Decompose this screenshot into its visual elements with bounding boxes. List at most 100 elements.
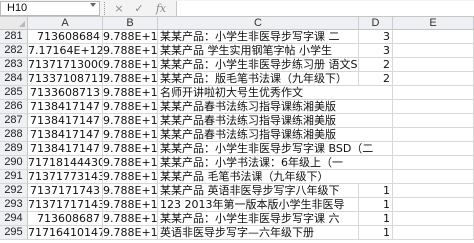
cell-b[interactable]: 9.788E+12 <box>103 86 158 100</box>
cell-d[interactable] <box>359 170 393 184</box>
row-header[interactable]: 282 <box>0 44 28 58</box>
row-header[interactable]: 284 <box>0 72 28 86</box>
spreadsheet-grid[interactable]: A B C D E 2817136086849.788E+12某某产品：小学生非… <box>0 17 474 243</box>
cell-b[interactable]: 9.788E+12 <box>103 212 158 226</box>
cell-b[interactable]: 9.788E+12 <box>103 128 158 142</box>
cell-d[interactable]: 1 <box>359 198 393 212</box>
cell-b[interactable]: 9.788E+12 <box>103 226 158 240</box>
cell-c[interactable]: 某某产品：小学生非医导步写字课 六 <box>158 212 359 226</box>
enter-icon[interactable]: ✓ <box>132 1 146 16</box>
column-header-b[interactable]: B <box>103 17 158 30</box>
row-header[interactable]: 290 <box>0 156 28 170</box>
cell-d[interactable] <box>359 128 393 142</box>
cell-e[interactable] <box>393 156 474 170</box>
row-header[interactable]: 285 <box>0 86 28 100</box>
cell-d[interactable] <box>359 156 393 170</box>
cell-c[interactable]: 某某产品：小学生非医导步练习册 语文SH <box>158 58 359 72</box>
cell-a[interactable]: 71371773143 <box>28 170 103 184</box>
cell-b[interactable]: 9.788E+12 <box>103 184 158 198</box>
column-header-e[interactable]: E <box>393 17 474 30</box>
cell-e[interactable] <box>393 142 474 156</box>
function-icon[interactable]: fx <box>152 1 170 16</box>
row-header[interactable]: 294 <box>0 212 28 226</box>
row-header[interactable]: 291 <box>0 170 28 184</box>
cell-c[interactable]: 某某产品 英语非医导步写字八年级下 <box>158 184 359 198</box>
cell-a[interactable]: 71718144430 <box>28 156 103 170</box>
cell-b[interactable]: 9.788E+12 <box>103 58 158 72</box>
cell-e[interactable] <box>393 226 474 240</box>
cell-b[interactable]: 9.788E+12 <box>103 198 158 212</box>
cell-a[interactable]: 71371717143 <box>28 198 103 212</box>
cell-a[interactable]: 7.17164E+12 <box>28 44 103 58</box>
cell-c[interactable]: 名师开讲啦初大号生优秀作文 <box>158 86 359 100</box>
cell-a[interactable]: 713608684 <box>28 30 103 44</box>
cell-c[interactable]: 某某产品：小学书法课：6年级上（一 <box>158 156 359 170</box>
cell-b[interactable]: 9.788E+12 <box>103 44 158 58</box>
cell-a[interactable]: 7133608713 <box>28 86 103 100</box>
cell-d[interactable]: 1 <box>359 184 393 198</box>
cell-d[interactable]: 1 <box>359 226 393 240</box>
name-box[interactable]: H10 <box>0 1 100 16</box>
cell-a[interactable]: 7138417147 <box>28 100 103 114</box>
cell-a[interactable]: 71337108711 <box>28 72 103 86</box>
row-header[interactable]: 283 <box>0 58 28 72</box>
cell-c[interactable]: 某某产品：版毛笔书法课（九年级下） <box>158 72 359 86</box>
cell-e[interactable] <box>393 170 474 184</box>
cell-c[interactable]: 某某产品春书法练习指导课练湘美版 <box>158 128 359 142</box>
cell-b[interactable]: 9.788E+12 <box>103 72 158 86</box>
cell-b[interactable]: 9.788E+12 <box>103 100 158 114</box>
cell-a[interactable]: 713608687 <box>28 212 103 226</box>
row-header[interactable]: 286 <box>0 100 28 114</box>
cell-d[interactable]: 1 <box>359 212 393 226</box>
cell-c[interactable]: 某某产品：小学生非医导步写字课 二 <box>158 30 359 44</box>
cell-a[interactable]: 7138417147 <box>28 114 103 128</box>
cancel-icon[interactable]: × <box>112 1 126 16</box>
cell-a[interactable]: 7138417147 <box>28 142 103 156</box>
cell-d[interactable] <box>359 100 393 114</box>
column-header-c[interactable]: C <box>158 17 359 30</box>
row-header[interactable]: 287 <box>0 114 28 128</box>
row-header[interactable]: 281 <box>0 30 28 44</box>
row-header[interactable]: 288 <box>0 128 28 142</box>
cell-c[interactable]: 某某产品：小学生非医导步写字课 BSD（二 <box>158 142 373 156</box>
cell-d[interactable] <box>359 114 393 128</box>
cell-a[interactable]: 71371713000 <box>28 58 103 72</box>
cell-e[interactable] <box>393 86 474 100</box>
cell-a[interactable]: 7138417147 <box>28 128 103 142</box>
cell-b[interactable]: 9.788E+12 <box>103 142 158 156</box>
row-header[interactable]: 295 <box>0 226 28 240</box>
cell-e[interactable] <box>393 198 474 212</box>
cell-e[interactable] <box>393 114 474 128</box>
cell-d[interactable]: 2 <box>359 58 393 72</box>
cell-e[interactable] <box>393 44 474 58</box>
cell-b[interactable]: 9.788E+12 <box>103 156 158 170</box>
cell-e[interactable] <box>393 100 474 114</box>
cell-b[interactable]: 9.788E+12 <box>103 114 158 128</box>
formula-input[interactable] <box>176 1 474 16</box>
select-all-corner[interactable] <box>0 17 28 30</box>
cell-e[interactable] <box>393 128 474 142</box>
cell-c[interactable]: 某某产品春书法练习指导课练湘美版 <box>158 100 359 114</box>
cell-d[interactable] <box>359 86 393 100</box>
cell-e[interactable] <box>393 58 474 72</box>
cell-e[interactable] <box>393 30 474 44</box>
cell-a[interactable]: 7137171743 <box>28 184 103 198</box>
cell-b[interactable]: 9.788E+12 <box>103 170 158 184</box>
cell-c[interactable]: 英语非医导步写字—六年级下册 <box>158 226 359 240</box>
cell-c[interactable]: 某某产品春书法练习指导课练湘美版 <box>158 114 359 128</box>
cell-c[interactable]: 某某产品 毛笔书法课（九年级下） <box>158 170 359 184</box>
cell-e[interactable] <box>393 212 474 226</box>
column-header-a[interactable]: A <box>28 17 103 30</box>
name-box-dropdown-icon[interactable] <box>90 3 96 7</box>
cell-a[interactable]: 71716410147 <box>28 226 103 240</box>
cell-c[interactable]: 某某产品 学生实用钢笔字帖 小学生 <box>158 44 359 58</box>
column-header-d[interactable]: D <box>359 17 393 30</box>
cell-c[interactable]: 123 2013年第一版本版小学生非医导 <box>158 198 359 212</box>
row-header[interactable]: 289 <box>0 142 28 156</box>
cell-d[interactable]: 2 <box>359 72 393 86</box>
cell-b[interactable]: 9.788E+12 <box>103 30 158 44</box>
row-header[interactable]: 292 <box>0 184 28 198</box>
cell-e[interactable] <box>393 184 474 198</box>
cell-e[interactable] <box>393 72 474 86</box>
cell-d[interactable]: 3 <box>359 44 393 58</box>
